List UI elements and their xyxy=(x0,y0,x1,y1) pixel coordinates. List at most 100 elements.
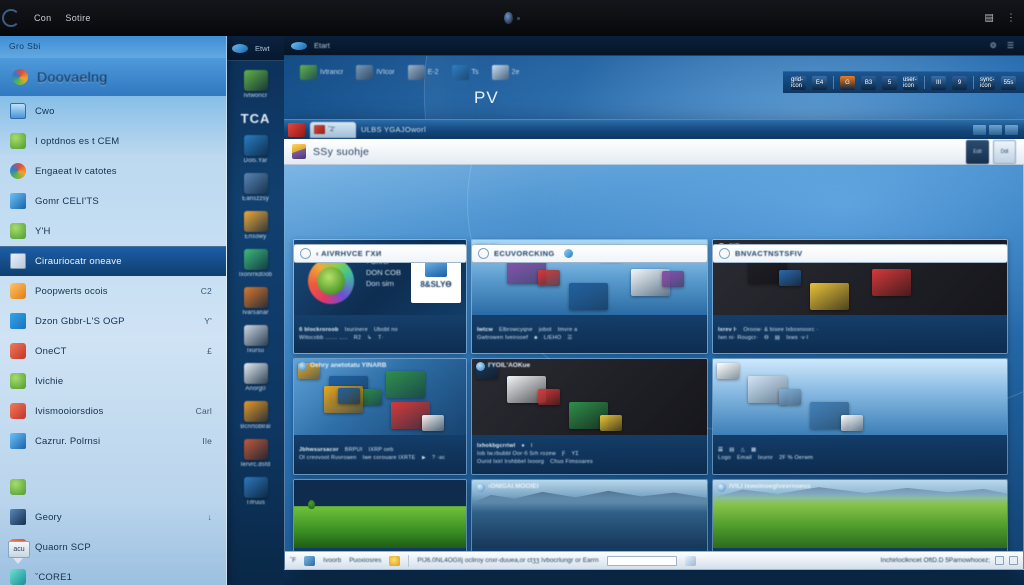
desktop-icon-2[interactable]: Eanszzsy xyxy=(230,173,282,202)
thumbnail-tile-2-5 xyxy=(872,268,911,296)
desktop-icon-9[interactable]: Iervrc.dsfd xyxy=(230,439,282,468)
desktop-icon-7[interactable]: Anorg0 xyxy=(230,363,282,392)
quick-icon-3[interactable]: Ts xyxy=(451,65,479,80)
hover-tool-4-icon[interactable]: 5 xyxy=(882,75,897,90)
omnibox-0[interactable]: ‹ AIVRHVCE ΓXИ xyxy=(293,244,467,263)
browser-tab[interactable]: ˇ2' xyxy=(310,121,356,138)
system-bar-item-0[interactable]: Con xyxy=(34,13,51,23)
minimize-button[interactable] xyxy=(973,124,986,135)
start-menu-footer[interactable]: acu xyxy=(8,541,34,564)
thumbnail-image-7: ‹ONIGAI.MOOIEI xyxy=(472,480,707,548)
more-icon[interactable]: ⋮ xyxy=(1006,13,1016,24)
desktop-icon-0[interactable]: Ivtworicr xyxy=(230,70,282,99)
desktop-icon-4[interactable]: Ixonrrkd0ob xyxy=(230,249,282,278)
thumbnail-tile-1-2 xyxy=(538,270,560,286)
card-strip-text-5-0-1: ▤ xyxy=(729,447,735,454)
close-button[interactable] xyxy=(1005,124,1018,135)
start-menu-highlight[interactable]: Doovaelng xyxy=(0,58,226,96)
start-menu-item-13[interactable]: Geory ↓ xyxy=(0,502,226,532)
taskbar-button-0[interactable]: ˇF xyxy=(290,557,296,564)
desktop-icon-10[interactable]: Tifruus xyxy=(230,477,282,506)
card-strip-text-5-1-3: 2F % Oerwm xyxy=(779,455,814,462)
system-bar-item-1[interactable]: Sotire xyxy=(65,13,90,23)
start-menu-footer-tail xyxy=(13,558,23,564)
thumbnail-tile-3-2 xyxy=(360,389,382,405)
toolbar-card-edit[interactable]: Edit xyxy=(966,139,989,164)
hover-tool-7-icon[interactable]: 9 xyxy=(952,75,967,90)
desktop-icon-3[interactable]: Ensowy xyxy=(230,211,282,240)
hover-tool-1-icon[interactable]: E4 xyxy=(812,75,827,90)
gear-icon[interactable]: ⚙ xyxy=(990,41,997,50)
start-menu-item-8[interactable]: OneCT £ xyxy=(0,336,226,366)
card-strip-text-5-0-3: ▦ xyxy=(750,447,757,454)
start-menu-item-1[interactable]: I optdnos es t CEM xyxy=(0,126,226,156)
quick-icon-2[interactable]: E-2 xyxy=(407,65,439,80)
start-menu-item-7[interactable]: Dzon Gbbr-L'S OGP Y' xyxy=(0,306,226,336)
taskbar-right-button-1[interactable] xyxy=(1009,556,1018,565)
start-orb-icon[interactable] xyxy=(232,43,248,53)
hover-tool-2-icon[interactable]: G xyxy=(840,75,855,90)
hover-tool-5-icon[interactable]: user-icon xyxy=(903,75,918,90)
start-menu-item-accel-7: Y' xyxy=(204,316,212,326)
desktop-icon-5[interactable]: Ivarsanar xyxy=(230,287,282,316)
desktop-icon-glyph-0 xyxy=(243,70,268,91)
hover-tool-3-icon[interactable]: B3 xyxy=(861,75,876,90)
omnibox-2[interactable]: BNVACTNSTSFIV xyxy=(712,244,1008,263)
desktop-icon-8[interactable]: Bcnrtoblral xyxy=(230,401,282,430)
start-menu-item-11[interactable]: Cazrur. Polrnsi Ile xyxy=(0,426,226,456)
start-menu-item-15[interactable]: ˇCORE1 xyxy=(0,562,226,585)
window-toolbar: SSy suohje Edit Ddl Instucxt Ofurrt xyxy=(284,139,1024,174)
hover-tool-8-icon[interactable]: sync-icon xyxy=(980,75,995,90)
start-menu-item-5[interactable]: Cirauriocatr oneave xyxy=(0,246,226,276)
taskbar-right: Inchirloclkncet OftD.D 5Parnowhocez; xyxy=(881,556,1018,565)
quick-icon-4[interactable]: 2e xyxy=(491,65,520,80)
card-strip-line-1-1: Gwtrowen Iveirooef ♣ L/ΕΗO ☰ xyxy=(477,335,702,341)
taskbar-input[interactable] xyxy=(606,555,677,566)
desktop-icon-glyph-4 xyxy=(243,249,268,270)
start-menu-item-3[interactable]: Gomr CELI'TS xyxy=(0,186,226,216)
thumbnail-card-4[interactable]: I'YOIL'AOKue Ixhokbgcrriwl ● I Iob Iw.rbubbl… xyxy=(471,358,708,475)
desktop-icon-6[interactable]: Ixursu xyxy=(230,325,282,354)
warn-icon[interactable] xyxy=(389,555,401,566)
start-menu-item-6[interactable]: Poopwerts ocois C2 xyxy=(0,276,226,306)
hover-tool-6-icon[interactable]: III xyxy=(931,75,946,90)
start-menu-item-0[interactable]: Cwo xyxy=(0,96,226,126)
card-strip-text-4-0-0: Ixhokbgcrriwl xyxy=(477,443,516,450)
start-menu-item-10[interactable]: Ivismooiorsdios Carl xyxy=(0,396,226,426)
hover-toolbar: grid-icon E4 G B3 5 user-icon III 9 sync-icon 55s xyxy=(783,71,1024,93)
hover-tool-9-icon[interactable]: 55s xyxy=(1001,75,1016,90)
maximize-button[interactable] xyxy=(989,124,1002,135)
omnibox-1[interactable]: ECUVORCKING xyxy=(471,244,708,263)
thumbnail-card-3[interactable]: Oehry anetotatu YINARB Jbhwsursacor BRPUI I… xyxy=(293,358,467,475)
start-menu-item-4[interactable]: Y'H xyxy=(0,216,226,246)
card-heading-icon-8 xyxy=(717,483,726,492)
menu-icon[interactable]: ▤ xyxy=(985,13,994,24)
card-heading-icon-4 xyxy=(476,362,485,371)
card-strip-text-5-0-0: ☰ xyxy=(718,447,724,454)
hover-tool-0-icon[interactable]: grid-icon xyxy=(791,75,806,90)
thumbnail-tile-1-3 xyxy=(569,283,608,310)
toolbar-card-ddl[interactable]: Ddl xyxy=(993,139,1016,164)
omnibox-trailing-icon-1[interactable] xyxy=(563,249,573,258)
taskbar-right-button-0[interactable] xyxy=(995,556,1004,565)
desktop-column-topbar[interactable]: Etwt xyxy=(227,36,284,61)
start-menu-item-9[interactable]: Ivichie xyxy=(0,366,226,396)
window-title-bar[interactable]: ˇ2' ULBS YGAJOworl xyxy=(284,119,1024,139)
start-menu-item-2[interactable]: Engaeat lv catotes xyxy=(0,156,226,186)
quick-icon-0[interactable]: Ivtrancr xyxy=(300,65,343,80)
start-orb-icon-2[interactable] xyxy=(291,41,307,50)
desktop-icon-1[interactable]: Dols.Yar xyxy=(230,135,282,164)
taskbar-button-2[interactable]: Puoxiosres xyxy=(349,557,381,564)
card-strip-text-2-1-0: Iwn ni· Rougcr· xyxy=(718,334,759,341)
start-menu-item-label-3: Gomr CELI'TS xyxy=(35,195,99,207)
quick-icon-1[interactable]: IVIcor xyxy=(356,65,395,80)
thumbnail-card-5[interactable]: ☰ ▤ △ ▦ Logo Email Ixurnr 2F % Oerwm xyxy=(712,358,1008,475)
start-menu-item-12[interactable] xyxy=(0,472,226,502)
taskbar-app-icon[interactable] xyxy=(304,555,316,566)
taskbar-button-1[interactable]: Ivoorb xyxy=(323,557,341,564)
start-menu-item-icon-0 xyxy=(10,103,26,119)
taskbar-tray-icon[interactable] xyxy=(684,555,696,566)
desktop-icon-label-1: Dols.Yar xyxy=(243,158,268,164)
quick-icon-label-4: 2e xyxy=(511,69,520,76)
hamburger-icon[interactable]: ☰ xyxy=(1007,41,1014,50)
